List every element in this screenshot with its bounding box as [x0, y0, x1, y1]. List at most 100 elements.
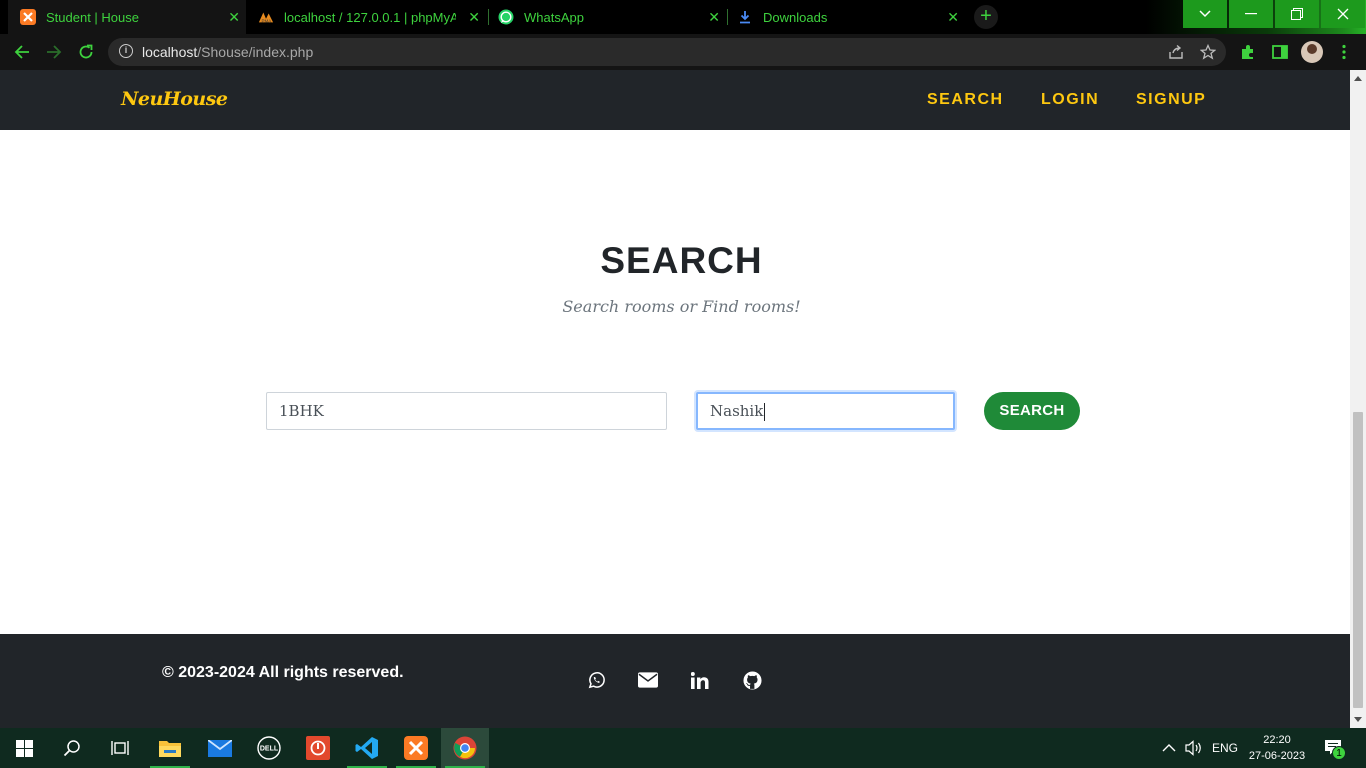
nav-signup-link[interactable]: SIGNUP — [1136, 91, 1206, 109]
clock-date: 27-06-2023 — [1248, 750, 1306, 762]
nav-login-link[interactable]: LOGIN — [1041, 91, 1099, 109]
reload-button[interactable] — [76, 42, 96, 62]
location-value: Nashik — [710, 402, 764, 420]
restore-icon — [1291, 8, 1303, 20]
close-tab-icon[interactable]: ✕ — [708, 9, 720, 25]
taskbar-chrome[interactable] — [441, 728, 489, 768]
taskbar-security-app[interactable] — [294, 728, 342, 768]
tab-title: Student | House — [46, 9, 139, 25]
tab-whatsapp[interactable]: WhatsApp ✕ — [490, 0, 726, 34]
svg-text:PMA: PMA — [262, 18, 272, 23]
room-type-input[interactable]: 1BHK — [266, 392, 667, 430]
start-button[interactable] — [0, 728, 48, 768]
dell-logo-icon: DELL — [257, 736, 281, 760]
taskbar-search-button[interactable] — [48, 728, 96, 768]
scroll-down-arrow-icon[interactable] — [1354, 717, 1362, 722]
search-submit-button[interactable]: SEARCH — [984, 392, 1080, 430]
email-icon[interactable] — [638, 670, 658, 690]
url-host: localhost — [142, 44, 198, 60]
back-button[interactable] — [12, 42, 32, 62]
site-navbar: NeuHouse SEARCH LOGIN SIGNUP — [0, 70, 1350, 130]
location-input[interactable]: Nashik — [696, 392, 955, 430]
windows-taskbar: DELL ENG 22:20 27-06-2023 1 — [0, 728, 1366, 768]
address-bar[interactable]: i localhost/Shouse/index.php — [108, 38, 1226, 66]
site-footer: © 2023-2024 All rights reserved. — [0, 634, 1350, 728]
close-tab-icon[interactable]: ✕ — [468, 9, 480, 25]
notification-count-badge: 1 — [1332, 746, 1346, 760]
tab-title: Downloads — [763, 9, 828, 25]
folder-icon — [159, 741, 181, 757]
minimize-icon — [1245, 13, 1257, 15]
forward-button[interactable] — [44, 42, 64, 62]
tab-title: localhost / 127.0.0.1 | phpMyAdmin — [284, 9, 456, 25]
language-indicator[interactable]: ENG — [1212, 728, 1238, 768]
tab-downloads[interactable]: Downloads ✕ — [729, 0, 965, 34]
url-text[interactable]: localhost/Shouse/index.php — [142, 44, 313, 60]
chevron-down-icon — [1199, 10, 1211, 18]
close-window-button[interactable] — [1321, 0, 1365, 28]
download-favicon-icon — [737, 9, 753, 25]
restore-button[interactable] — [1275, 0, 1319, 28]
reload-icon — [79, 44, 93, 59]
tab-separator — [727, 9, 728, 25]
extensions-puzzle-icon[interactable] — [1238, 42, 1258, 62]
tab-student-house[interactable]: Student | House ✕ — [8, 0, 246, 34]
minimize-button[interactable] — [1229, 0, 1273, 28]
phpmyadmin-favicon-icon: PMA — [258, 9, 274, 25]
svg-text:DELL: DELL — [260, 746, 279, 753]
linkedin-icon[interactable] — [690, 670, 710, 690]
tray-overflow-chevron-icon[interactable] — [1162, 728, 1176, 768]
forward-arrow-icon — [47, 45, 62, 59]
tab-phpmyadmin[interactable]: PMA localhost / 127.0.0.1 | phpMyAdmin ✕ — [250, 0, 486, 34]
task-view-button[interactable] — [96, 728, 144, 768]
clock-time: 22:20 — [1263, 734, 1291, 746]
windows-logo-icon — [15, 739, 33, 757]
mail-icon — [208, 739, 232, 757]
share-icon[interactable] — [1166, 42, 1186, 62]
scrollbar-thumb[interactable] — [1353, 412, 1363, 708]
scroll-up-arrow-icon[interactable] — [1354, 76, 1362, 81]
copyright-text: © 2023-2024 All rights reserved. — [162, 664, 404, 681]
site-brand-logo[interactable]: NeuHouse — [121, 88, 228, 110]
nav-search-link[interactable]: SEARCH — [927, 91, 1004, 109]
close-icon — [1337, 8, 1349, 20]
volume-icon[interactable] — [1185, 728, 1203, 768]
tab-search-button[interactable] — [1183, 0, 1227, 28]
room-type-value: 1BHK — [279, 402, 324, 420]
xampp-icon — [404, 736, 428, 760]
back-arrow-icon — [14, 45, 29, 59]
taskbar-file-explorer[interactable] — [146, 728, 194, 768]
taskbar-dell[interactable]: DELL — [245, 728, 293, 768]
tab-title: WhatsApp — [524, 9, 584, 25]
search-icon — [63, 740, 80, 757]
github-icon[interactable] — [742, 670, 762, 690]
browser-tab-strip: Student | House ✕ PMA localhost / 127.0.… — [0, 0, 1366, 768]
page-subtitle: Search rooms or Find rooms! — [562, 297, 801, 316]
action-center-button[interactable]: 1 — [1322, 738, 1346, 760]
shield-app-icon — [306, 736, 330, 760]
new-tab-button[interactable]: + — [974, 5, 998, 29]
page-title: SEARCH — [600, 240, 763, 281]
tab-separator — [488, 9, 489, 25]
profile-avatar[interactable] — [1301, 41, 1323, 63]
close-tab-icon[interactable]: ✕ — [947, 9, 959, 25]
page-scrollbar[interactable] — [1350, 70, 1366, 728]
taskbar-vscode[interactable] — [343, 728, 391, 768]
browser-toolbar: i localhost/Shouse/index.php — [0, 34, 1366, 70]
side-panel-icon[interactable] — [1270, 42, 1290, 62]
task-view-icon — [111, 741, 129, 755]
text-caret — [764, 403, 766, 421]
page-viewport: NeuHouse SEARCH LOGIN SIGNUP SEARCH Sear… — [0, 70, 1350, 728]
system-clock[interactable]: 22:20 27-06-2023 — [1244, 732, 1310, 764]
whatsapp-favicon-icon — [498, 9, 514, 25]
close-tab-icon[interactable]: ✕ — [228, 9, 240, 25]
site-info-icon[interactable]: i — [119, 44, 133, 58]
bookmark-star-icon[interactable] — [1198, 42, 1218, 62]
url-path: /Shouse/index.php — [197, 44, 314, 60]
xampp-favicon-icon — [20, 9, 36, 25]
taskbar-xampp[interactable] — [392, 728, 440, 768]
more-menu-icon[interactable] — [1334, 42, 1354, 62]
taskbar-mail[interactable] — [196, 728, 244, 768]
whatsapp-icon[interactable] — [586, 670, 606, 690]
chrome-icon — [453, 736, 477, 760]
